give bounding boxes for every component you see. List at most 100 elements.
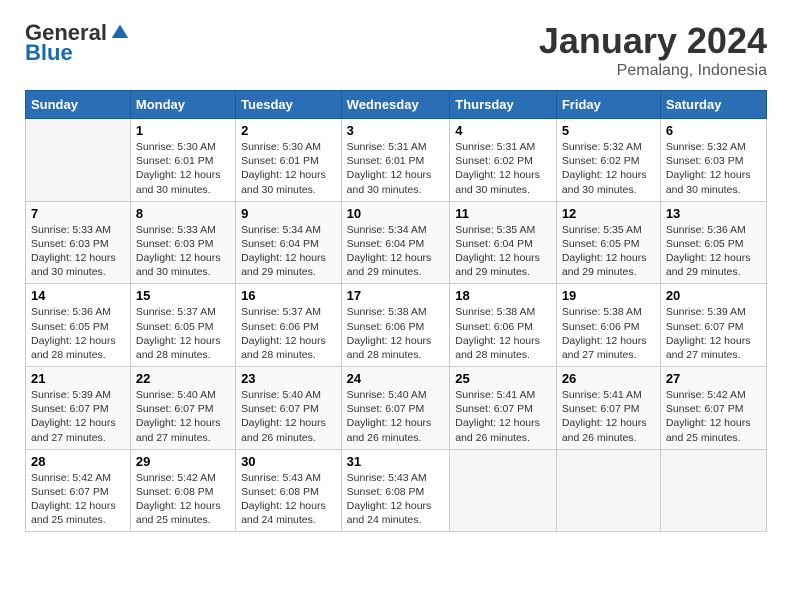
day-number: 22 [136, 371, 230, 386]
day-number: 17 [347, 288, 445, 303]
day-number: 11 [455, 206, 551, 221]
day-number: 5 [562, 123, 655, 138]
day-info: Sunrise: 5:40 AMSunset: 6:07 PMDaylight:… [241, 388, 336, 445]
header-saturday: Saturday [660, 91, 766, 119]
day-number: 4 [455, 123, 551, 138]
day-number: 7 [31, 206, 125, 221]
day-number: 1 [136, 123, 230, 138]
day-cell: 20Sunrise: 5:39 AMSunset: 6:07 PMDayligh… [660, 284, 766, 367]
week-row-3: 14Sunrise: 5:36 AMSunset: 6:05 PMDayligh… [26, 284, 767, 367]
day-info: Sunrise: 5:42 AMSunset: 6:07 PMDaylight:… [666, 388, 761, 445]
day-cell: 1 Sunrise: 5:30 AMSunset: 6:01 PMDaylight… [130, 119, 235, 202]
day-info: Sunrise: 5:37 AMSunset: 6:06 PMDaylight:… [241, 305, 336, 362]
day-info: Sunrise: 5:35 AMSunset: 6:05 PMDaylight:… [562, 223, 655, 280]
day-cell: 31Sunrise: 5:43 AMSunset: 6:08 PMDayligh… [341, 449, 450, 532]
day-info: Sunrise: 5:38 AMSunset: 6:06 PMDaylight:… [562, 305, 655, 362]
day-number: 15 [136, 288, 230, 303]
day-cell: 15 Sunrise: 5:37 AMSunset: 6:05 PMDayligh… [130, 284, 235, 367]
day-number: 19 [562, 288, 655, 303]
logo-icon [110, 23, 130, 43]
day-info: Sunrise: 5:34 AMSunset: 6:04 PMDaylight:… [241, 223, 336, 280]
week-row-4: 21Sunrise: 5:39 AMSunset: 6:07 PMDayligh… [26, 367, 767, 450]
day-cell: 3 Sunrise: 5:31 AMSunset: 6:01 PMDaylight… [341, 119, 450, 202]
day-number: 30 [241, 454, 336, 469]
header-tuesday: Tuesday [236, 91, 342, 119]
day-info: Sunrise: 5:36 AMSunset: 6:05 PMDaylight:… [666, 223, 761, 280]
week-row-1: 1 Sunrise: 5:30 AMSunset: 6:01 PMDaylight… [26, 119, 767, 202]
day-number: 25 [455, 371, 551, 386]
day-cell: 4 Sunrise: 5:31 AMSunset: 6:02 PMDaylight… [450, 119, 557, 202]
day-info: Sunrise: 5:40 AMSunset: 6:07 PMDaylight:… [347, 388, 445, 445]
month-title: January 2024 [539, 20, 767, 62]
day-cell: 8 Sunrise: 5:33 AMSunset: 6:03 PMDaylight… [130, 201, 235, 284]
header-friday: Friday [556, 91, 660, 119]
day-cell: 7 Sunrise: 5:33 AMSunset: 6:03 PMDaylight… [26, 201, 131, 284]
location: Pemalang, Indonesia [539, 62, 767, 80]
title-block: January 2024 Pemalang, Indonesia [539, 20, 767, 80]
day-info: Sunrise: 5:33 AMSunset: 6:03 PMDaylight:… [31, 223, 125, 280]
day-info: Sunrise: 5:39 AMSunset: 6:07 PMDaylight:… [31, 388, 125, 445]
day-number: 3 [347, 123, 445, 138]
day-number: 14 [31, 288, 125, 303]
day-info: Sunrise: 5:32 AMSunset: 6:02 PMDaylight:… [562, 140, 655, 197]
calendar-table: SundayMondayTuesdayWednesdayThursdayFrid… [25, 90, 767, 532]
day-number: 13 [666, 206, 761, 221]
day-number: 8 [136, 206, 230, 221]
day-cell: 9Sunrise: 5:34 AMSunset: 6:04 PMDaylight… [236, 201, 342, 284]
day-cell: 25Sunrise: 5:41 AMSunset: 6:07 PMDayligh… [450, 367, 557, 450]
day-info: Sunrise: 5:42 AMSunset: 6:07 PMDaylight:… [31, 471, 125, 528]
day-cell: 6 Sunrise: 5:32 AMSunset: 6:03 PMDaylight… [660, 119, 766, 202]
day-cell: 17 Sunrise: 5:38 AMSunset: 6:06 PMDayligh… [341, 284, 450, 367]
day-info: Sunrise: 5:38 AMSunset: 6:06 PMDaylight:… [347, 305, 445, 362]
day-number: 16 [241, 288, 336, 303]
header-monday: Monday [130, 91, 235, 119]
day-cell: 30 Sunrise: 5:43 AMSunset: 6:08 PMDayligh… [236, 449, 342, 532]
day-cell: 11 Sunrise: 5:35 AMSunset: 6:04 PMDayligh… [450, 201, 557, 284]
day-number: 12 [562, 206, 655, 221]
day-cell: 26Sunrise: 5:41 AMSunset: 6:07 PMDayligh… [556, 367, 660, 450]
day-cell: 12 Sunrise: 5:35 AMSunset: 6:05 PMDayligh… [556, 201, 660, 284]
day-cell: 16 Sunrise: 5:37 AMSunset: 6:06 PMDayligh… [236, 284, 342, 367]
week-row-5: 28 Sunrise: 5:42 AMSunset: 6:07 PMDayligh… [26, 449, 767, 532]
day-info: Sunrise: 5:43 AMSunset: 6:08 PMDaylight:… [241, 471, 336, 528]
day-info: Sunrise: 5:37 AMSunset: 6:05 PMDaylight:… [136, 305, 230, 362]
header-thursday: Thursday [450, 91, 557, 119]
day-info: Sunrise: 5:40 AMSunset: 6:07 PMDaylight:… [136, 388, 230, 445]
day-info: Sunrise: 5:30 AMSunset: 6:01 PMDaylight:… [136, 140, 230, 197]
day-info: Sunrise: 5:42 AMSunset: 6:08 PMDaylight:… [136, 471, 230, 528]
day-info: Sunrise: 5:35 AMSunset: 6:04 PMDaylight:… [455, 223, 551, 280]
day-info: Sunrise: 5:30 AMSunset: 6:01 PMDaylight:… [241, 140, 336, 197]
day-number: 24 [347, 371, 445, 386]
day-info: Sunrise: 5:31 AMSunset: 6:01 PMDaylight:… [347, 140, 445, 197]
day-info: Sunrise: 5:38 AMSunset: 6:06 PMDaylight:… [455, 305, 551, 362]
day-cell: 21Sunrise: 5:39 AMSunset: 6:07 PMDayligh… [26, 367, 131, 450]
day-cell: 5 Sunrise: 5:32 AMSunset: 6:02 PMDaylight… [556, 119, 660, 202]
day-info: Sunrise: 5:43 AMSunset: 6:08 PMDaylight:… [347, 471, 445, 528]
day-info: Sunrise: 5:31 AMSunset: 6:02 PMDaylight:… [455, 140, 551, 197]
day-info: Sunrise: 5:39 AMSunset: 6:07 PMDaylight:… [666, 305, 761, 362]
day-cell: 22 Sunrise: 5:40 AMSunset: 6:07 PMDayligh… [130, 367, 235, 450]
day-cell: 23Sunrise: 5:40 AMSunset: 6:07 PMDayligh… [236, 367, 342, 450]
day-info: Sunrise: 5:34 AMSunset: 6:04 PMDaylight:… [347, 223, 445, 280]
page-header: General Blue January 2024 Pemalang, Indo… [25, 20, 767, 80]
day-cell: 19 Sunrise: 5:38 AMSunset: 6:06 PMDayligh… [556, 284, 660, 367]
day-info: Sunrise: 5:33 AMSunset: 6:03 PMDaylight:… [136, 223, 230, 280]
day-cell: 29Sunrise: 5:42 AMSunset: 6:08 PMDayligh… [130, 449, 235, 532]
day-cell: 10 Sunrise: 5:34 AMSunset: 6:04 PMDayligh… [341, 201, 450, 284]
day-cell: 14Sunrise: 5:36 AMSunset: 6:05 PMDayligh… [26, 284, 131, 367]
day-info: Sunrise: 5:32 AMSunset: 6:03 PMDaylight:… [666, 140, 761, 197]
day-cell: 18 Sunrise: 5:38 AMSunset: 6:06 PMDayligh… [450, 284, 557, 367]
day-cell [26, 119, 131, 202]
day-cell [556, 449, 660, 532]
day-number: 27 [666, 371, 761, 386]
header-sunday: Sunday [26, 91, 131, 119]
day-number: 6 [666, 123, 761, 138]
day-cell [450, 449, 557, 532]
day-info: Sunrise: 5:41 AMSunset: 6:07 PMDaylight:… [562, 388, 655, 445]
day-cell: 13 Sunrise: 5:36 AMSunset: 6:05 PMDayligh… [660, 201, 766, 284]
day-number: 10 [347, 206, 445, 221]
calendar-header-row: SundayMondayTuesdayWednesdayThursdayFrid… [26, 91, 767, 119]
logo: General Blue [25, 20, 130, 66]
day-number: 28 [31, 454, 125, 469]
day-number: 18 [455, 288, 551, 303]
